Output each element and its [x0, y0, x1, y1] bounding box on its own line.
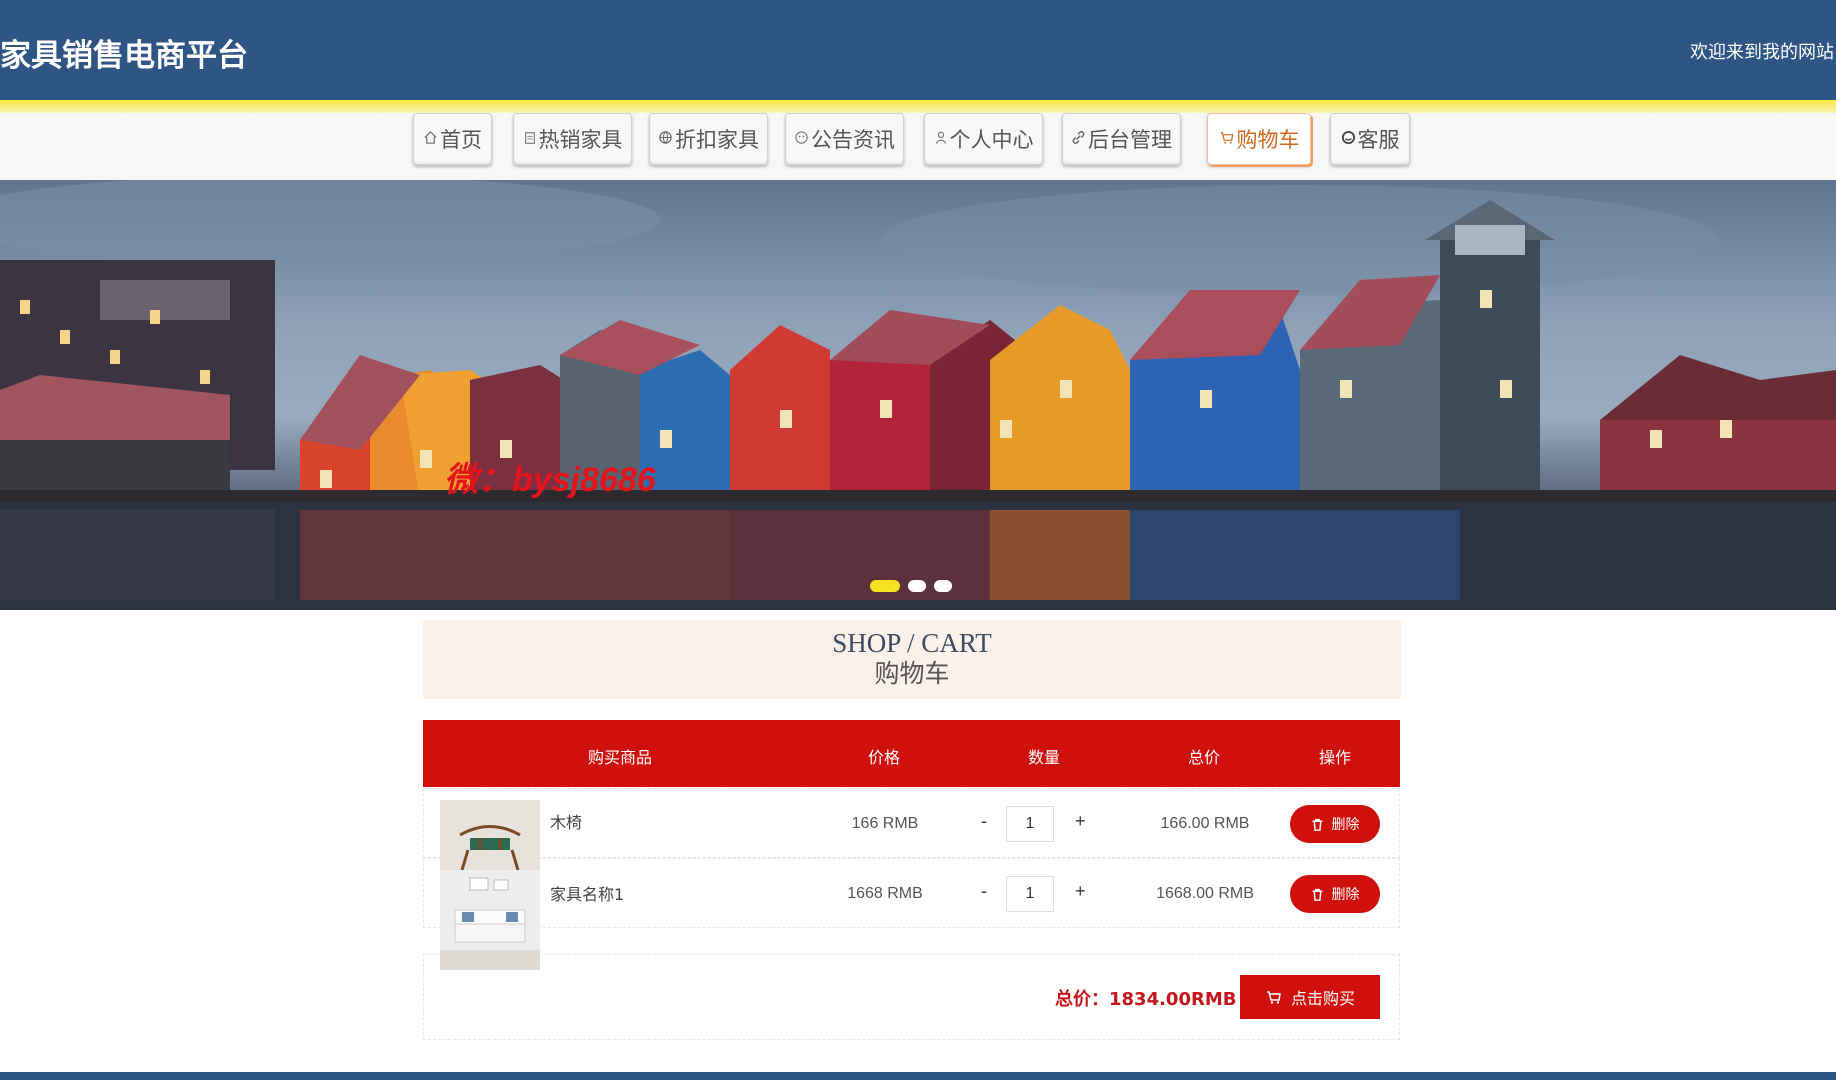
trash-icon [1312, 818, 1322, 831]
carousel-dot-2[interactable] [908, 580, 926, 592]
carousel-dots [870, 580, 952, 592]
carousel-dot-3[interactable] [934, 580, 952, 592]
nav-label: 首页 [440, 128, 482, 152]
col-product: 购买商品 [587, 748, 653, 767]
header-divider [0, 100, 1836, 113]
home-icon [423, 130, 438, 149]
col-quantity: 数量 [1027, 748, 1061, 767]
delete-label: 删除 [1331, 817, 1360, 833]
chat-icon [1341, 130, 1356, 149]
carousel-dot-1[interactable] [870, 580, 900, 592]
link-icon [1071, 130, 1086, 149]
nav-label: 折扣家具 [675, 128, 759, 152]
product-price: 166 RMB [851, 815, 919, 832]
user-icon [934, 130, 948, 149]
nav-label: 个人中心 [949, 128, 1034, 152]
product-price: 1668 RMB [847, 885, 923, 902]
cart-table-header: 购买商品 价格 数量 总价 操作 [423, 720, 1400, 787]
qty-input[interactable] [1006, 876, 1054, 912]
col-price: 价格 [867, 748, 901, 767]
line-total: 1668.00 RMB [1156, 885, 1254, 902]
qty-increase-button[interactable]: + [1075, 881, 1086, 902]
qty-input[interactable] [1006, 806, 1054, 842]
banner-houses-image [0, 180, 1836, 610]
nav-item-discount[interactable]: 折扣家具 [649, 113, 768, 165]
product-name: 木椅 [550, 813, 583, 832]
globe-icon [658, 130, 673, 149]
site-title: 家具销售电商平台 [0, 38, 248, 74]
nav-item-hot[interactable]: 热销家具 [513, 113, 632, 165]
nav-item-admin[interactable]: 后台管理 [1062, 113, 1181, 165]
nav-item-home[interactable]: 首页 [413, 113, 492, 165]
main-nav: 首页 热销家具 折扣家具 公告资讯 个人中心 后台管理 购物车 客服 [0, 113, 1836, 180]
nav-label: 客服 [1357, 128, 1400, 152]
cart-section-header: SHOP / CART 购物车 [423, 620, 1401, 699]
product-thumbnails [440, 800, 540, 970]
buy-label: 点击购买 [1290, 989, 1355, 1008]
cart-title-cn: 购物车 [874, 659, 950, 688]
nav-label: 后台管理 [1088, 128, 1172, 152]
document-icon [523, 130, 537, 149]
chair-thumbnail [440, 800, 540, 870]
delete-label: 删除 [1331, 887, 1360, 903]
hero-banner: 微：bysj8686 [0, 180, 1836, 610]
col-action: 操作 [1318, 748, 1352, 767]
welcome-text: 欢迎来到我的网站 [1690, 42, 1834, 63]
delete-button[interactable]: 删除 [1290, 875, 1380, 913]
delete-button[interactable]: 删除 [1290, 805, 1380, 843]
cart-icon [1219, 130, 1235, 149]
col-total: 总价 [1187, 748, 1221, 767]
qty-decrease-button[interactable]: - [981, 811, 987, 832]
buy-button[interactable]: 点击购买 [1240, 975, 1380, 1019]
table-row: 木椅 166 RMB - + 166.00 RMB 删除 [423, 788, 1400, 858]
trash-icon [1312, 888, 1322, 901]
product-name: 家具名称1 [550, 885, 625, 904]
nav-item-service[interactable]: 客服 [1330, 113, 1410, 165]
table-row: 家具名称1 1668 RMB - + 1668.00 RMB 删除 [423, 858, 1400, 928]
nav-item-profile[interactable]: 个人中心 [924, 113, 1043, 165]
qty-increase-button[interactable]: + [1075, 811, 1086, 832]
footer-bar [0, 1072, 1836, 1080]
top-header: 家具销售电商平台 欢迎来到我的网站 [0, 0, 1836, 100]
nav-item-news[interactable]: 公告资讯 [785, 113, 904, 165]
banner-watermark: 微：bysj8686 [444, 461, 656, 499]
nav-label: 购物车 [1236, 128, 1300, 152]
line-total: 166.00 RMB [1160, 815, 1250, 832]
cart-icon [1266, 991, 1281, 1004]
qty-decrease-button[interactable]: - [981, 881, 987, 902]
nav-label: 热销家具 [538, 128, 623, 152]
face-icon [794, 130, 809, 149]
cart-title-en: SHOP / CART [832, 628, 992, 658]
nav-item-cart[interactable]: 购物车 [1207, 113, 1311, 165]
nav-label: 公告资讯 [811, 128, 895, 152]
cart-total: 总价：1834.00RMB [1055, 989, 1237, 1010]
